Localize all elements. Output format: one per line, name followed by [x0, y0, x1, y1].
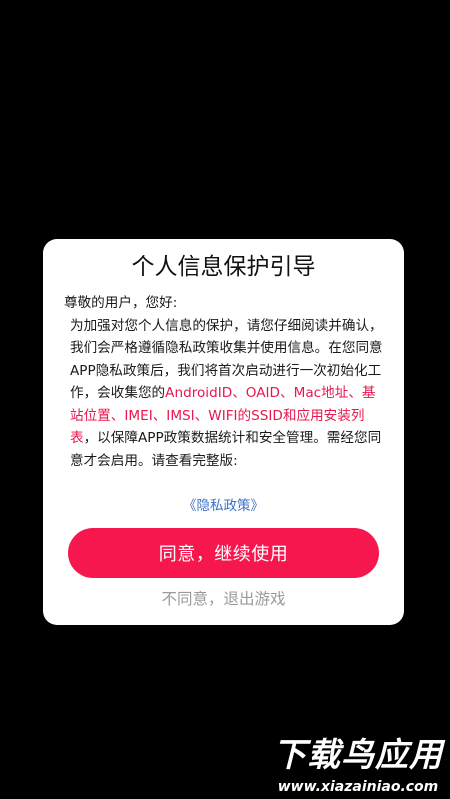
dialog-body: 尊敬的用户，您好: 为加强对您个人信息的保护，请您仔细阅读并确认，我们会严格遵循…: [64, 292, 386, 472]
watermark-url: www.xiazainiao.com: [277, 779, 439, 795]
agree-continue-button[interactable]: 同意，继续使用: [68, 528, 379, 578]
watermark-title: 下载鸟应用: [273, 735, 443, 774]
disagree-exit-button[interactable]: 不同意，退出游戏: [43, 588, 404, 610]
paragraph-text-part2: ，以保障APP政策数据统计和安全管理。需经您同意才会启用。请查看完整版:: [70, 430, 382, 469]
site-watermark: 下载鸟应用 www.xiazainiao.com: [268, 736, 448, 797]
privacy-policy-link[interactable]: 《隐私政策》: [43, 496, 404, 516]
greeting-text: 尊敬的用户，您好:: [64, 295, 178, 311]
dialog-title: 个人信息保护引导: [131, 254, 316, 280]
privacy-paragraph: 为加强对您个人信息的保护，请您仔细阅读并确认，我们会严格遵循隐私政策收集并使用信…: [64, 315, 386, 473]
privacy-dialog: 个人信息保护引导 尊敬的用户，您好: 为加强对您个人信息的保护，请您仔细阅读并确…: [43, 239, 404, 625]
